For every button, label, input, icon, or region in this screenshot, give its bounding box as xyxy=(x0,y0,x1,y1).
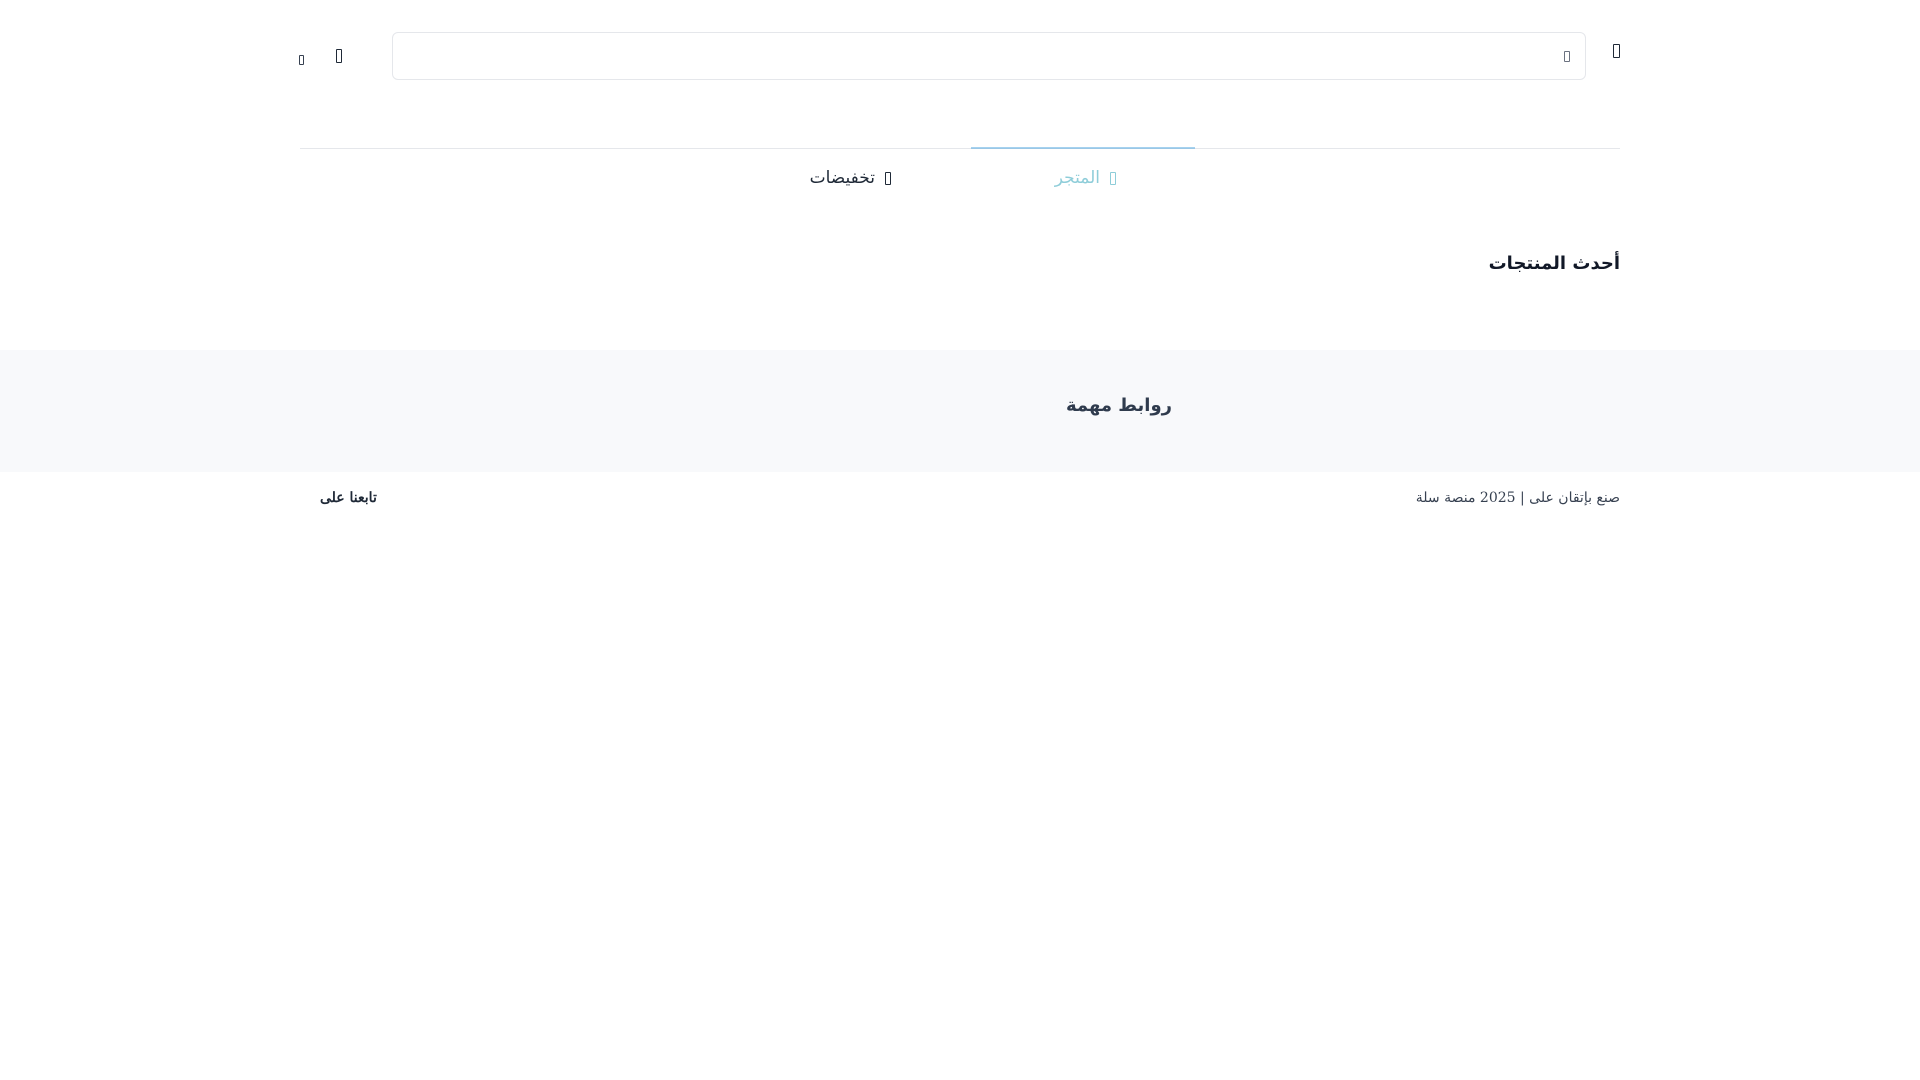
menu-button[interactable] xyxy=(1610,44,1622,61)
nav-item-label: تخفيضات xyxy=(809,168,875,188)
follow-us-label: تابعنا على xyxy=(320,490,377,506)
latest-products-title: أحدث المنتجات xyxy=(1488,253,1620,274)
footer-links-section xyxy=(0,350,1920,472)
nav-active-indicator xyxy=(971,147,1195,149)
nav-item-store[interactable]: المتجر xyxy=(1055,166,1116,190)
cart-icon xyxy=(299,55,304,65)
nav-item-label: المتجر xyxy=(1054,168,1100,188)
tag-icon xyxy=(885,171,891,185)
cart-button[interactable] xyxy=(299,50,305,65)
nav-item-sales[interactable]: تخفيضات xyxy=(810,166,891,190)
copyright-text: صنع بإتقان على | 2025 منصة سلة xyxy=(1415,490,1620,506)
user-icon xyxy=(336,49,342,63)
search-input[interactable] xyxy=(393,33,1585,79)
page: المتجر تخفيضات أحدث المنتجات روابط مهمة … xyxy=(0,0,1920,1080)
footer-links-heading: روابط مهمة xyxy=(1065,395,1172,416)
store-icon xyxy=(1110,171,1116,185)
search-icon[interactable] xyxy=(1564,51,1570,62)
nav-divider xyxy=(300,148,1620,149)
search-bar[interactable] xyxy=(392,32,1586,80)
account-button[interactable] xyxy=(336,48,344,63)
menu-icon xyxy=(1612,44,1620,58)
